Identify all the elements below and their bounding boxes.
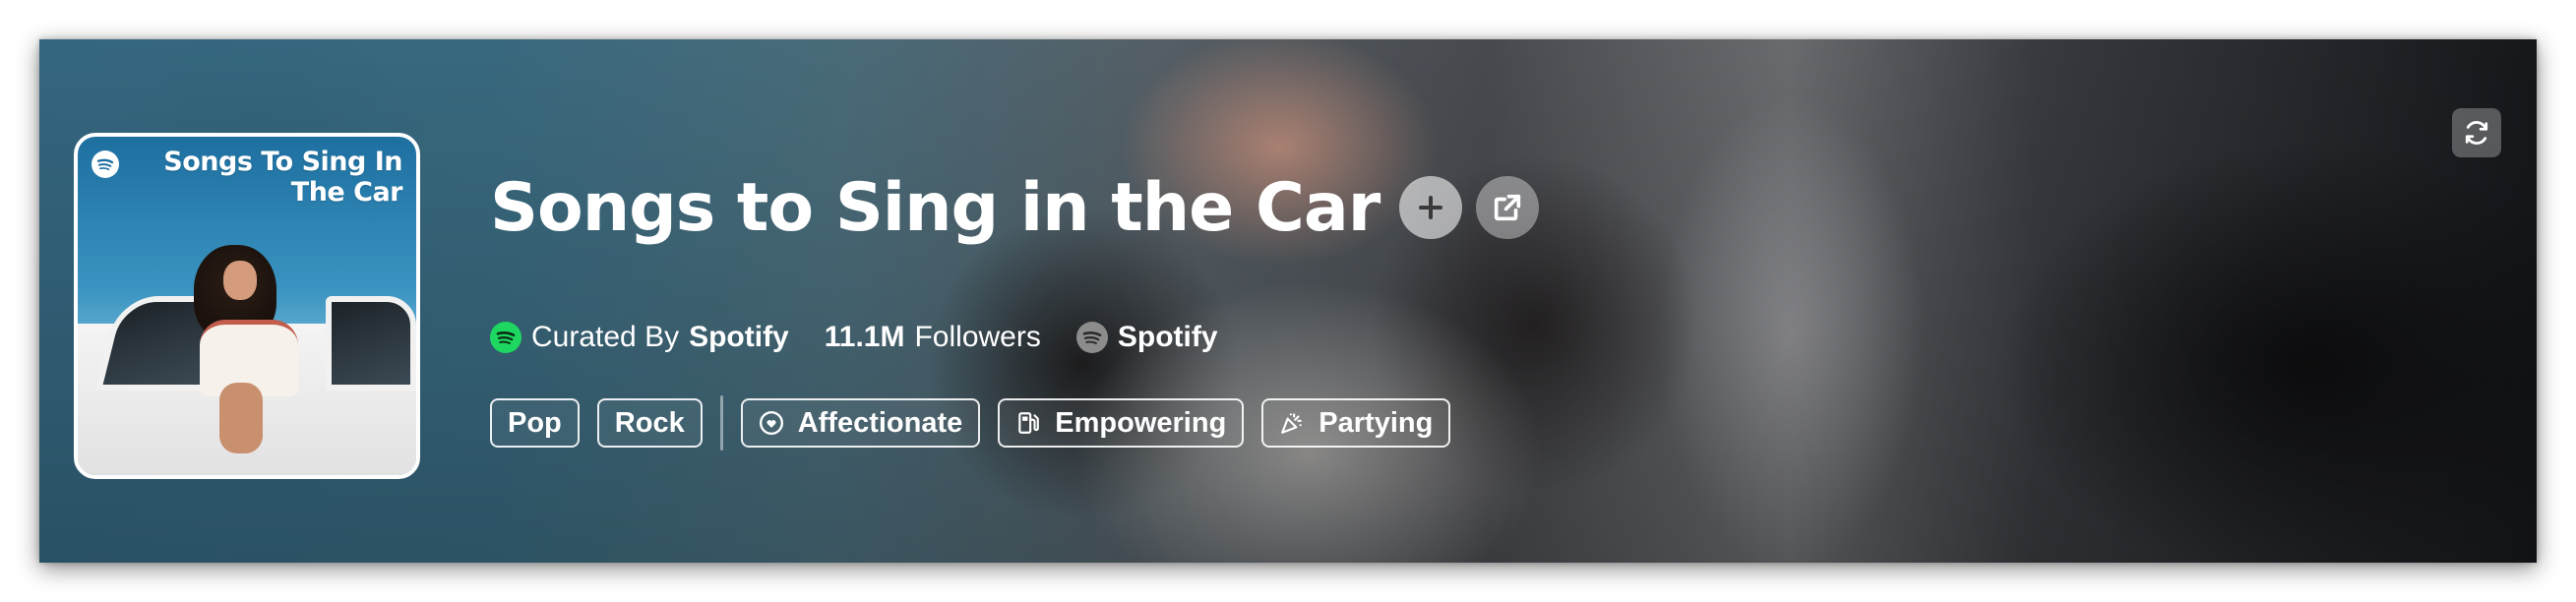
refresh-icon [2465, 121, 2488, 145]
plus-icon [1419, 196, 1443, 219]
tag-divider [719, 395, 723, 451]
heart-icon [759, 410, 783, 436]
tags-row: Pop Rock Affectionate Empowering Partyin… [490, 395, 1468, 451]
spotify-logo-icon [490, 322, 521, 353]
playlist-cover-image[interactable]: Songs To Sing In The Car [74, 133, 420, 479]
cover-title-text: Songs To Sing In The Car [163, 147, 402, 208]
spotify-logo-icon [92, 150, 119, 178]
open-external-button[interactable] [1476, 176, 1540, 239]
tag-genre-rock[interactable]: Rock [596, 398, 703, 448]
tag-mood-affectionate[interactable]: Affectionate [740, 398, 981, 448]
external-link-icon [1495, 194, 1521, 221]
add-to-library-button[interactable] [1399, 176, 1463, 239]
playlist-title: Songs to Sing in the Car [490, 168, 1380, 247]
owner-name[interactable]: Spotify [1118, 321, 1218, 354]
followers-label: Followers [914, 321, 1041, 353]
followers-count: 11.1M [824, 321, 905, 353]
party-popper-icon [1281, 413, 1303, 434]
playlist-meta: Curated By Spotify 11.1M Followers Spoti… [490, 321, 1218, 354]
tag-mood-partying[interactable]: Partying [1261, 398, 1451, 448]
tag-genre-pop[interactable]: Pop [490, 398, 580, 448]
tag-mood-empowering[interactable]: Empowering [998, 398, 1245, 448]
curator-name[interactable]: Spotify [689, 321, 789, 354]
curated-by-label: Curated By [531, 321, 680, 353]
owner-spotify-icon [1075, 322, 1108, 353]
refresh-button[interactable] [2452, 108, 2501, 157]
playlist-header-card: Songs To Sing In The Car Songs to Sing i… [39, 39, 2537, 563]
title-row: Songs to Sing in the Car [490, 163, 1540, 252]
fuel-pump-icon [1018, 412, 1040, 434]
